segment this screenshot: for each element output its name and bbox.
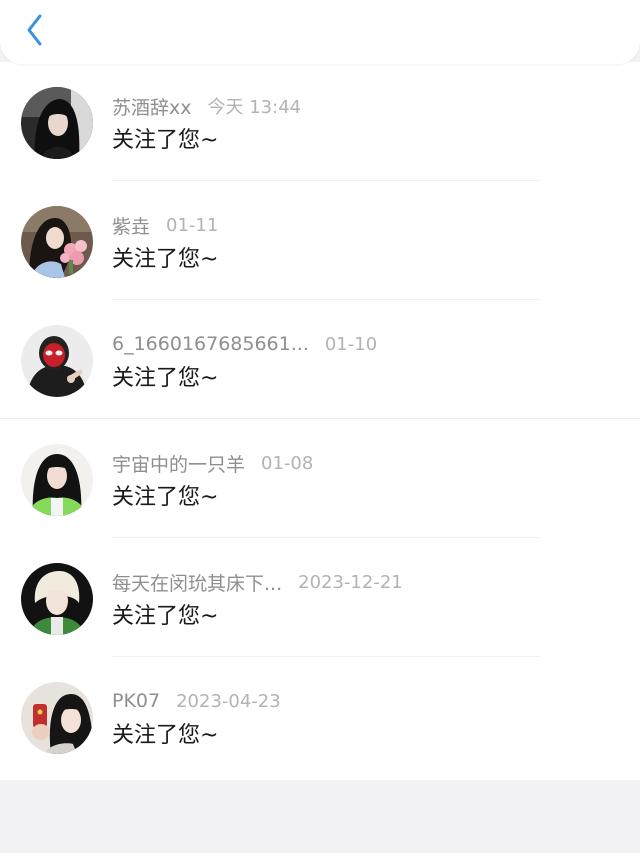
chevron-left-icon xyxy=(27,14,42,46)
notification-message: 关注了您~ xyxy=(112,128,219,153)
avatar-spiderman-mask xyxy=(21,325,93,397)
avatar-girl-flowers xyxy=(21,206,93,278)
timestamp: 今天 13:44 xyxy=(207,97,302,118)
username[interactable]: 每天在闵玧其床下... xyxy=(112,569,282,596)
timestamp: 01-10 xyxy=(324,333,378,355)
notification-message: 关注了您~ xyxy=(112,485,219,510)
avatar[interactable] xyxy=(21,682,93,754)
avatar[interactable] xyxy=(21,87,93,159)
username[interactable]: 苏酒辞xx xyxy=(112,93,192,120)
back-button[interactable] xyxy=(18,10,52,50)
top-bar xyxy=(0,0,640,64)
username[interactable]: PK07 xyxy=(112,690,160,712)
notification-message: 关注了您~ xyxy=(112,366,219,391)
avatar-blond-boy xyxy=(21,563,93,635)
avatar[interactable] xyxy=(21,325,93,397)
list-item[interactable]: 紫垚 01-11 关注了您~ xyxy=(0,181,640,300)
username[interactable]: 宇宙中的一只羊 xyxy=(112,450,245,477)
timestamp: 2023-04-23 xyxy=(176,690,281,712)
avatar[interactable] xyxy=(21,563,93,635)
list-item[interactable]: PK07 2023-04-23 关注了您~ xyxy=(0,657,640,776)
notification-message: 关注了您~ xyxy=(112,604,219,629)
avatar-girl-phone xyxy=(21,682,93,754)
notification-message: 关注了您~ xyxy=(112,247,219,272)
username[interactable]: 紫垚 xyxy=(112,212,150,239)
username[interactable]: 6_1660167685661... xyxy=(112,333,309,355)
list-item[interactable]: 6_1660167685661... 01-10 关注了您~ xyxy=(0,300,640,419)
avatar-girl-black-hair xyxy=(21,87,93,159)
notification-list: 苏酒辞xx 今天 13:44 关注了您~ 紫垚 01-11 关注了您~ 6_16… xyxy=(0,62,640,780)
notification-message: 关注了您~ xyxy=(112,723,219,748)
list-item[interactable]: 每天在闵玧其床下... 2023-12-21 关注了您~ xyxy=(0,538,640,657)
avatar[interactable] xyxy=(21,206,93,278)
timestamp: 2023-12-21 xyxy=(298,571,403,593)
list-item[interactable]: 苏酒辞xx 今天 13:44 关注了您~ xyxy=(0,62,640,181)
avatar[interactable] xyxy=(21,444,93,516)
timestamp: 01-08 xyxy=(261,452,314,474)
timestamp: 01-11 xyxy=(166,214,219,236)
avatar-girl-green-top xyxy=(21,444,93,516)
list-item[interactable]: 宇宙中的一只羊 01-08 关注了您~ xyxy=(0,419,640,538)
